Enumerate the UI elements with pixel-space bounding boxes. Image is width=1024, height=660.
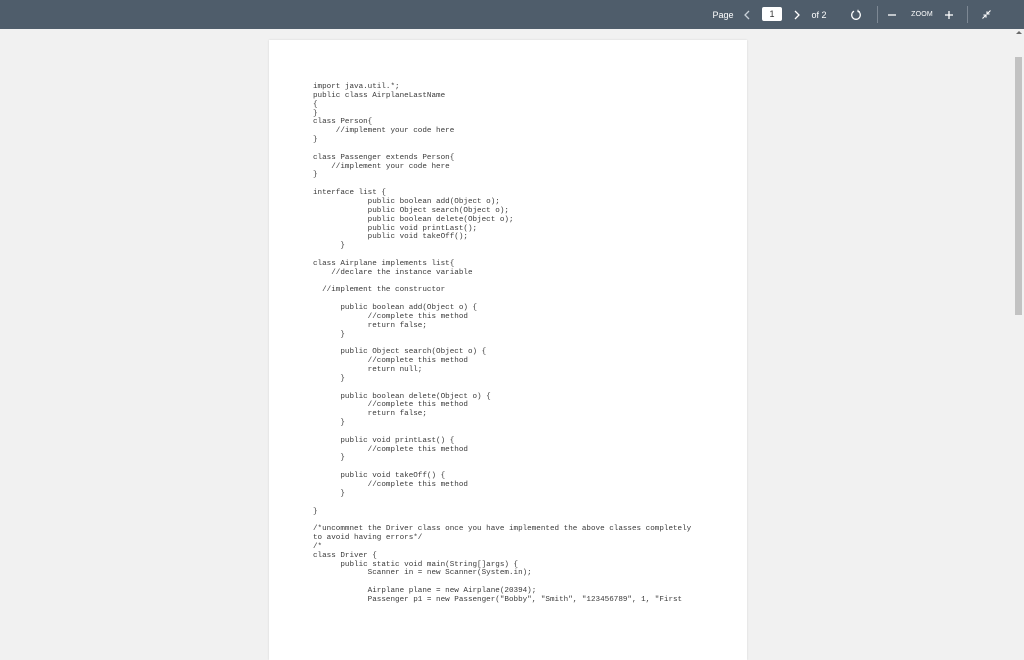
code-line: public void takeOff(); [313,233,468,242]
code-line: public static void main(String[]args) { [313,560,519,569]
zoom-in-button[interactable] [940,0,958,29]
code-line: //implement your code here [313,162,450,171]
collapse-icon [981,10,991,19]
code-line: return false; [313,321,427,330]
code-line: interface list { [313,189,386,198]
collapse-button[interactable] [976,0,996,29]
code-listing: import java.util.*; public class Airplane… [313,83,691,605]
zoom-label: ZOOM [911,11,933,18]
page-label: Page [712,9,734,20]
code-line: public boolean delete(Object o); [313,215,514,224]
code-line: } [313,454,345,463]
code-line: //implement the constructor [313,286,446,295]
code-line: } [313,507,318,516]
code-line: public void printLast() { [313,436,455,445]
code-line: /*uncommnet the Driver class once you ha… [313,525,692,534]
reset-view-button[interactable] [846,0,866,29]
chevron-right-icon [794,10,800,19]
code-line: public Object search(Object o) { [313,348,487,357]
code-line: class Person{ [313,118,373,127]
viewer-toolbar: Page of 2 ZOOM [0,0,1024,29]
code-line: public void takeOff() { [313,472,446,481]
document-page: import java.util.*; public class Airplane… [269,40,747,660]
code-line: public void printLast(); [313,224,478,233]
toolbar-divider [967,6,968,23]
code-line: return null; [313,366,423,374]
code-line: //complete this method [313,357,468,366]
code-line: } [313,374,345,383]
code-line: public boolean add(Object o) { [313,304,478,313]
page-count-label: of 2 [811,9,827,20]
rotate-icon [851,9,861,20]
code-line: public boolean delete(Object o) { [313,392,491,401]
code-line: public Object search(Object o); [313,206,509,215]
scrollbar-thumb[interactable] [1015,57,1022,315]
zoom-out-button[interactable] [884,0,900,29]
code-line: class Passenger extends Person{ [313,153,455,162]
page-number-input[interactable] [762,7,782,21]
code-line: //complete this method [313,401,468,410]
code-line: //complete this method [313,480,468,489]
code-line: class Driver { [313,551,377,560]
minus-icon [888,13,896,16]
document-viewport[interactable]: import java.util.*; public class Airplane… [0,29,1024,660]
code-line: return false; [313,410,427,419]
toolbar-divider [877,6,878,23]
code-line: } [313,489,345,498]
chevron-left-icon [744,10,750,19]
code-line: /* [313,542,323,551]
code-line: } [313,136,318,145]
next-page-button[interactable] [789,0,805,29]
code-line: //complete this method [313,445,468,454]
code-line: } [313,330,345,339]
code-line: Passenger p1 = new Passenger("Bobby", "S… [313,595,683,604]
code-line: import java.util.*; [313,83,400,91]
previous-page-button[interactable] [739,0,755,29]
code-line: } [313,109,318,118]
code-line: { [313,100,318,109]
code-line: to avoid having errors*/ [313,534,423,543]
code-line: public class AirplaneLastName [313,91,446,100]
code-line: } [313,419,345,428]
code-line: Scanner in = new Scanner(System.in); [313,569,532,578]
code-line: } [313,242,345,251]
scroll-up-arrow-icon[interactable] [1016,31,1022,34]
plus-icon [945,10,953,19]
code-line: class Airplane implements list{ [313,259,455,268]
code-line: } [313,171,318,180]
code-line: //complete this method [313,312,468,321]
code-line: //implement your code here [313,127,455,136]
code-line: public boolean add(Object o); [313,197,500,206]
code-line: Airplane plane = new Airplane(20394); [313,587,537,596]
code-line: //declare the instance variable [313,268,473,277]
